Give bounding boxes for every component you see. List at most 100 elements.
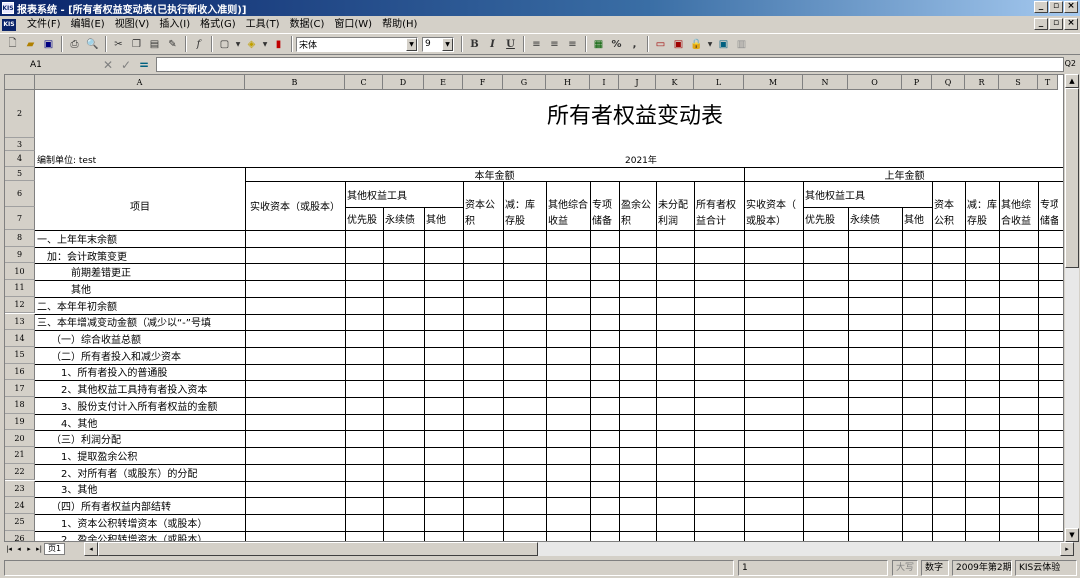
chart-icon[interactable]: ▮ xyxy=(270,36,287,53)
align-right-icon[interactable]: ≡ xyxy=(564,36,581,53)
scroll-up-icon[interactable]: ▲ xyxy=(1065,74,1079,88)
first-sheet-icon[interactable]: |◂ xyxy=(4,543,14,555)
print-preview-icon[interactable]: 🔍 xyxy=(84,36,101,53)
font-dropdown-icon[interactable]: ▼ xyxy=(406,37,417,51)
column-header-o[interactable]: O xyxy=(848,75,902,90)
doc-close-button[interactable]: × xyxy=(1064,18,1078,30)
cancel-icon[interactable]: ✕ xyxy=(100,58,116,72)
horizontal-scrollbar[interactable]: ◂ ▸ xyxy=(84,542,1074,556)
cut-icon[interactable]: ✂ xyxy=(110,36,127,53)
document-icon[interactable]: KIS xyxy=(2,18,16,31)
column-header-p[interactable]: P xyxy=(902,75,932,90)
row-header-3[interactable]: 3 xyxy=(5,138,35,151)
cell-reference[interactable]: A1 xyxy=(2,57,92,73)
column-header-m[interactable]: M xyxy=(744,75,803,90)
formula-icon[interactable]: ▭ xyxy=(652,36,669,53)
formula-input[interactable] xyxy=(156,57,1064,72)
menu-format[interactable]: 格式(G) xyxy=(195,17,241,32)
row-header-13[interactable]: 13 xyxy=(5,313,35,331)
doc-minimize-button[interactable]: _ xyxy=(1034,18,1048,30)
row-header-16[interactable]: 16 xyxy=(5,363,35,381)
italic-button[interactable]: I xyxy=(484,36,501,53)
menu-data[interactable]: 数据(C) xyxy=(285,17,330,32)
print-icon[interactable]: ⎙ xyxy=(66,36,83,53)
fill-color-icon[interactable]: ◈ xyxy=(243,36,260,53)
row-header-15[interactable]: 15 xyxy=(5,346,35,364)
column-header-d[interactable]: D xyxy=(383,75,424,90)
row-header-23[interactable]: 23 xyxy=(5,480,35,498)
row-header-2[interactable]: 2 xyxy=(5,90,35,138)
column-header-l[interactable]: L xyxy=(694,75,744,90)
row-header-18[interactable]: 18 xyxy=(5,397,35,414)
next-sheet-icon[interactable]: ▸ xyxy=(24,543,34,555)
format-painter-icon[interactable]: ✎ xyxy=(164,36,181,53)
paste-icon[interactable]: ▤ xyxy=(146,36,163,53)
row-header-22[interactable]: 22 xyxy=(5,463,35,481)
menu-tools[interactable]: 工具(T) xyxy=(241,17,285,32)
dropdown-arrow-icon[interactable]: ▼ xyxy=(234,36,242,53)
font-name-combo[interactable]: 宋体 ▼ xyxy=(296,36,418,52)
vertical-scrollbar[interactable]: ▲ ▼ xyxy=(1065,74,1079,542)
menu-view[interactable]: 视图(V) xyxy=(110,17,155,32)
row-header-14[interactable]: 14 xyxy=(5,330,35,347)
column-header-c[interactable]: C xyxy=(345,75,383,90)
menu-insert[interactable]: 插入(I) xyxy=(154,17,195,32)
equals-icon[interactable]: = xyxy=(136,58,152,72)
dropdown-arrow-icon[interactable]: ▼ xyxy=(706,36,714,53)
align-center-icon[interactable]: ≡ xyxy=(546,36,563,53)
scroll-thumb[interactable] xyxy=(1065,88,1079,268)
row-header-7[interactable]: 7 xyxy=(5,207,35,230)
column-header-q[interactable]: Q xyxy=(932,75,965,90)
row-header-8[interactable]: 8 xyxy=(5,230,35,247)
menu-file[interactable]: 文件(F) xyxy=(22,17,66,32)
bold-button[interactable]: B xyxy=(466,36,483,53)
select-all-corner[interactable] xyxy=(5,75,35,90)
new-file-icon[interactable]: 🗋 xyxy=(4,36,21,53)
menu-help[interactable]: 帮助(H) xyxy=(377,17,422,32)
percent-icon[interactable]: % xyxy=(608,36,625,53)
row-header-6[interactable]: 6 xyxy=(5,181,35,207)
size-dropdown-icon[interactable]: ▼ xyxy=(442,37,453,51)
scroll-down-icon[interactable]: ▼ xyxy=(1065,528,1079,542)
scroll-right-icon[interactable]: ▸ xyxy=(1060,542,1074,556)
underline-button[interactable]: U xyxy=(502,36,519,53)
menu-edit[interactable]: 编辑(E) xyxy=(66,17,110,32)
picture-icon[interactable]: ▣ xyxy=(715,36,732,53)
h-scroll-thumb[interactable] xyxy=(98,542,538,556)
row-header-26[interactable]: 26 xyxy=(5,530,35,541)
row-header-9[interactable]: 9 xyxy=(5,246,35,264)
scroll-left-icon[interactable]: ◂ xyxy=(84,542,98,556)
row-header-20[interactable]: 20 xyxy=(5,430,35,448)
sheet-tab[interactable]: 页1 xyxy=(44,543,66,555)
column-header-a[interactable]: A xyxy=(35,75,245,90)
row-header-10[interactable]: 10 xyxy=(5,263,35,281)
column-header-r[interactable]: R xyxy=(965,75,999,90)
lock-sheet-icon[interactable]: ▣ xyxy=(670,36,687,53)
column-header-b[interactable]: B xyxy=(245,75,345,90)
column-header-i[interactable]: I xyxy=(590,75,619,90)
column-header-e[interactable]: E xyxy=(424,75,463,90)
close-button[interactable]: × xyxy=(1064,1,1078,13)
column-header-h[interactable]: H xyxy=(546,75,590,90)
confirm-icon[interactable]: ✓ xyxy=(118,58,134,72)
border-icon[interactable]: ▢ xyxy=(216,36,233,53)
row-header-21[interactable]: 21 xyxy=(5,447,35,464)
doc-restore-button[interactable]: ▫ xyxy=(1049,18,1063,30)
open-folder-icon[interactable]: ▰ xyxy=(22,36,39,53)
align-left-icon[interactable]: ≡ xyxy=(528,36,545,53)
row-header-24[interactable]: 24 xyxy=(5,497,35,514)
row-header-17[interactable]: 17 xyxy=(5,380,35,397)
currency-icon[interactable]: ▦ xyxy=(590,36,607,53)
last-sheet-icon[interactable]: ▸| xyxy=(34,543,44,555)
column-header-k[interactable]: K xyxy=(656,75,694,90)
column-header-g[interactable]: G xyxy=(503,75,546,90)
row-header-19[interactable]: 19 xyxy=(5,413,35,431)
column-header-j[interactable]: J xyxy=(619,75,656,90)
row-header-4[interactable]: 4 xyxy=(5,151,35,167)
column-header-n[interactable]: N xyxy=(803,75,848,90)
menu-window[interactable]: 窗口(W) xyxy=(329,17,377,32)
dropdown-arrow-icon[interactable]: ▼ xyxy=(261,36,269,53)
column-header-s[interactable]: S xyxy=(999,75,1038,90)
column-header-f[interactable]: F xyxy=(463,75,503,90)
row-header-12[interactable]: 12 xyxy=(5,296,35,314)
